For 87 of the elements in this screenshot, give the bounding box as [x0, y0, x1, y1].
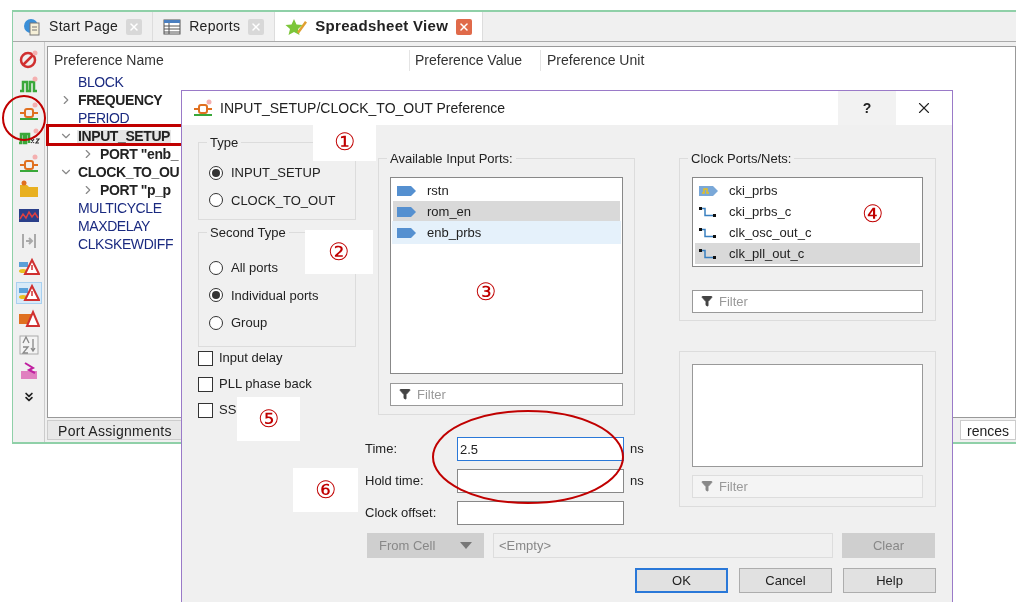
- dialog-button[interactable]: OK: [635, 568, 728, 593]
- unit-label: ns: [630, 440, 644, 459]
- pulse-icon: [18, 75, 39, 95]
- tree-item[interactable]: BLOCK: [77, 75, 125, 89]
- table-icon: [163, 17, 182, 36]
- radio-button[interactable]: [209, 315, 223, 330]
- tree-item[interactable]: PERIOD: [77, 111, 131, 125]
- radio-button[interactable]: [209, 260, 223, 275]
- annotation-number: ⑥: [293, 468, 358, 512]
- input-field[interactable]: 2.5: [457, 437, 624, 461]
- tree-item[interactable]: PORT "p_p: [99, 183, 172, 197]
- filter-field[interactable]: Filter: [692, 290, 923, 313]
- dialog-title: INPUT_SETUP/CLOCK_TO_OUT Preference: [220, 98, 506, 118]
- field-label: Clock offset:: [365, 504, 438, 523]
- filter-field[interactable]: Filter: [390, 383, 623, 406]
- tree-item[interactable]: PORT "enb_: [99, 147, 180, 161]
- annotation-number: ⑤: [237, 397, 300, 441]
- checkbox-label: Input delay: [219, 349, 283, 368]
- annotation-number: ②: [305, 230, 373, 274]
- funnel-icon: [701, 480, 713, 492]
- node-icon: [193, 99, 213, 117]
- checkbox-label: PLL phase back: [219, 375, 312, 394]
- radio-button[interactable]: [209, 165, 223, 180]
- port-icon: [397, 184, 417, 197]
- radio-label: CLOCK_TO_OUT: [231, 191, 336, 210]
- bottom-tab[interactable]: rences: [959, 420, 1016, 440]
- tree-item[interactable]: MULTICYCLE: [77, 201, 163, 215]
- caret-icon: [460, 542, 472, 549]
- list-item[interactable]: clk_osc_out_c: [695, 222, 816, 243]
- port-icon: [397, 205, 417, 218]
- radio-label: Individual ports: [231, 286, 319, 305]
- unit-label: ns: [630, 472, 644, 491]
- sort-icon: [18, 335, 39, 355]
- net-icon: [699, 205, 719, 218]
- close-icon[interactable]: [456, 18, 473, 35]
- globe-page-icon: [23, 17, 41, 36]
- list-item[interactable]: cki_prbs_c: [695, 201, 796, 222]
- radio-label: INPUT_SETUP: [231, 164, 321, 182]
- folder-icon: [18, 179, 39, 199]
- list-item[interactable]: clk_pll_out_c: [695, 243, 920, 264]
- net-icon: [699, 226, 719, 239]
- annotation-number: ④: [861, 199, 885, 229]
- checkbox[interactable]: [198, 350, 213, 366]
- funnel-icon: [701, 295, 713, 307]
- pulse-icon: [17, 127, 40, 147]
- net-icon: [699, 247, 719, 260]
- tree-item[interactable]: CLKSKEWDIFF: [77, 237, 175, 251]
- warning-icon: [17, 257, 40, 277]
- column-header[interactable]: Preference Value: [410, 49, 541, 71]
- list-item[interactable]: enb_prbs: [393, 222, 620, 243]
- list-item[interactable]: cki_prbs: [695, 180, 782, 201]
- column-header[interactable]: Preference Unit: [541, 49, 645, 71]
- tree-item[interactable]: FREQUENCY: [77, 93, 164, 107]
- checkbox[interactable]: [198, 376, 213, 392]
- funnel-icon: [399, 388, 411, 400]
- input-field[interactable]: [457, 501, 624, 525]
- star-pencil-icon: [285, 17, 308, 36]
- checkbox[interactable]: [198, 402, 213, 418]
- tree-item[interactable]: INPUT_SETUP: [77, 129, 172, 143]
- dialog-button[interactable]: Cancel: [739, 568, 832, 593]
- radio-button[interactable]: [209, 193, 223, 208]
- warning-icon: [17, 283, 40, 303]
- field-label: Time:: [365, 440, 399, 459]
- clock-port-icon: [699, 184, 719, 197]
- list-item[interactable]: rom_en: [393, 201, 620, 222]
- node-icon: [18, 101, 39, 121]
- bottom-tab[interactable]: Port Assignments: [47, 420, 183, 440]
- radio-label: All ports: [231, 259, 278, 277]
- warning-icon: [17, 309, 40, 329]
- radio-button[interactable]: [209, 288, 223, 303]
- tree-item[interactable]: CLOCK_TO_OU: [77, 165, 181, 179]
- node-icon: [18, 153, 39, 173]
- list-item[interactable]: rstn: [393, 180, 620, 201]
- dialog-button[interactable]: Help: [843, 568, 936, 593]
- tree-item[interactable]: MAXDELAY: [77, 219, 151, 233]
- radio-label: Group: [231, 314, 268, 332]
- annotation-number: ③: [474, 277, 498, 307]
- help-button[interactable]: ?: [838, 91, 896, 125]
- no-entry-icon: [18, 49, 39, 69]
- tab[interactable]: Spreadsheet View: [275, 12, 484, 41]
- column-header[interactable]: Preference Name: [48, 49, 410, 71]
- annotation-ellipse: [1, 94, 47, 142]
- input-field[interactable]: [457, 469, 624, 493]
- field-label: Hold time:: [365, 472, 425, 491]
- annotation-number: ①: [313, 123, 376, 161]
- checkbox-label: SS: [219, 401, 237, 420]
- port-icon: [397, 226, 417, 239]
